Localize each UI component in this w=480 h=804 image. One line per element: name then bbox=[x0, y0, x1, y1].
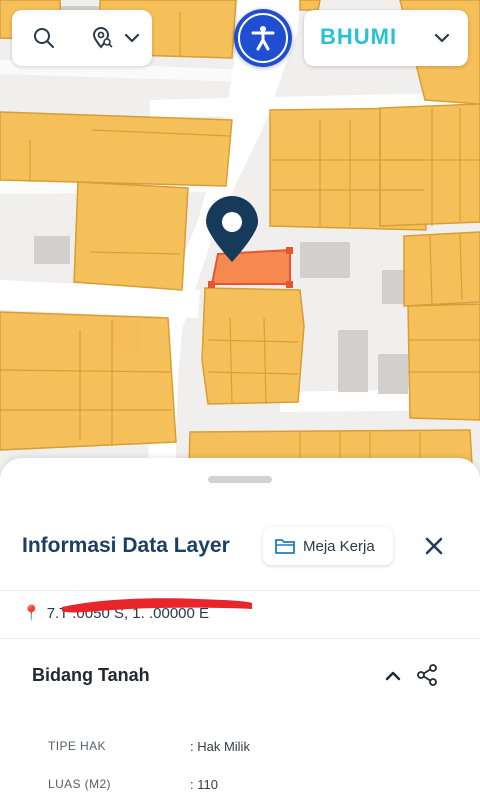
divider bbox=[0, 638, 480, 639]
map-canvas[interactable] bbox=[0, 0, 480, 500]
meja-kerja-label: Meja Kerja bbox=[303, 537, 375, 555]
divider bbox=[0, 590, 480, 591]
search-toolbar bbox=[12, 10, 152, 66]
accessibility-button[interactable] bbox=[234, 9, 292, 67]
folder-icon bbox=[275, 537, 295, 555]
info-sheet: Informasi Data Layer Meja Kerja 📍 7.T .0… bbox=[0, 458, 480, 804]
row-value-tipe-hak: : Hak Milik bbox=[190, 739, 250, 754]
section-title: Bidang Tanah bbox=[32, 665, 150, 685]
chevron-down-icon[interactable] bbox=[120, 26, 144, 50]
search-icon[interactable] bbox=[30, 24, 58, 52]
selected-parcel[interactable] bbox=[210, 248, 291, 285]
brand-chevron-down-icon[interactable] bbox=[430, 26, 454, 50]
close-icon[interactable] bbox=[422, 534, 446, 558]
chevron-up-icon[interactable] bbox=[383, 666, 403, 686]
sheet-drag-handle[interactable] bbox=[208, 476, 272, 483]
row-value-luas: : 110 bbox=[190, 777, 218, 792]
redaction-mark bbox=[62, 598, 252, 613]
sheet-title: Informasi Data Layer bbox=[22, 534, 230, 557]
brand-card: BHUMI bbox=[304, 10, 468, 66]
map-view[interactable] bbox=[0, 0, 480, 500]
share-icon[interactable] bbox=[416, 664, 438, 686]
row-label-tipe-hak: TIPE HAK bbox=[48, 739, 106, 753]
location-filter-icon[interactable] bbox=[88, 24, 116, 52]
red-pin-icon: 📍 bbox=[22, 605, 41, 622]
meja-kerja-button[interactable]: Meja Kerja bbox=[263, 527, 393, 565]
brand-logo: BHUMI bbox=[320, 24, 398, 49]
row-label-luas: LUAS (M2) bbox=[48, 777, 111, 791]
accessibility-icon bbox=[238, 13, 288, 63]
